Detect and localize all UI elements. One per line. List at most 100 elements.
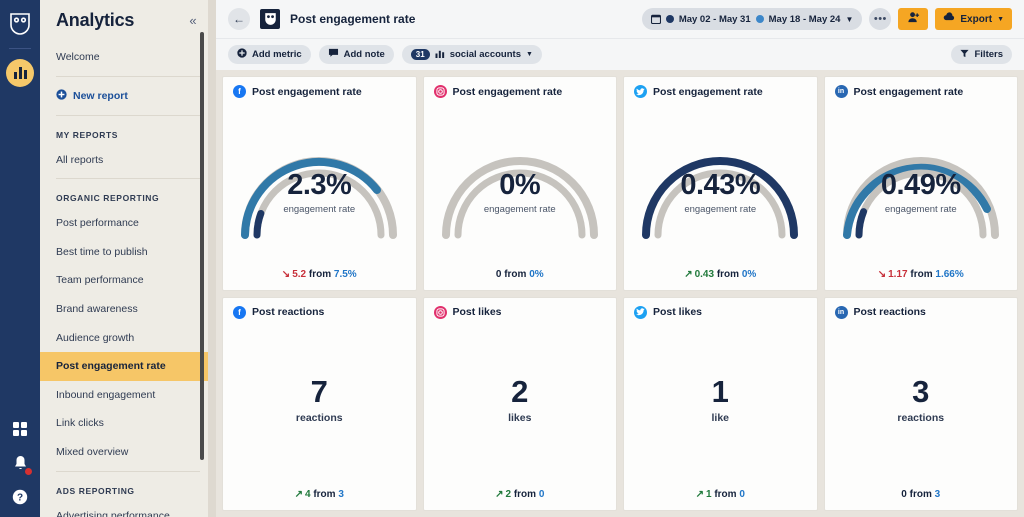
gauge-center: 2.3% engagement rate: [235, 171, 403, 216]
export-label: Export: [960, 13, 993, 25]
export-button[interactable]: Export ▼: [935, 8, 1012, 30]
sidebar-divider: [56, 178, 200, 180]
gauge-instagram: 0% engagement rate: [436, 127, 604, 240]
delta-arrow-up-icon: ↗: [695, 489, 704, 500]
delta-arrow-down-icon: ↘: [281, 268, 291, 280]
sidebar-scrollbar[interactable]: [200, 32, 204, 460]
owl-logo-icon[interactable]: [9, 12, 31, 36]
gauge-card-linkedin[interactable]: in Post engagement rate 0.49% engagement…: [823, 76, 1018, 291]
sidebar-item-team-performance[interactable]: Team performance: [40, 266, 216, 295]
collapse-chevrons-icon[interactable]: «: [184, 12, 202, 30]
delta-previous-value: 7.5%: [333, 268, 357, 280]
gauge-unit-label: engagement rate: [283, 204, 356, 216]
more-options-button[interactable]: •••: [869, 8, 892, 30]
sidebar-item-all-reports[interactable]: All reports: [40, 146, 216, 175]
add-metric-button[interactable]: Add metric: [228, 45, 311, 64]
page-title: Post engagement rate: [290, 12, 416, 26]
social-accounts-selector[interactable]: 31 social accounts ▼: [401, 45, 542, 64]
filters-button[interactable]: Filters: [951, 45, 1012, 64]
share-button[interactable]: [898, 8, 929, 30]
metric-value-area: 1 like: [634, 319, 807, 488]
sidebar-item-new-report[interactable]: New report: [40, 81, 216, 111]
card-header: Post likes: [433, 305, 607, 319]
back-arrow-icon[interactable]: ←: [228, 8, 250, 30]
note-comment-icon: [328, 48, 339, 61]
delta-indicator: ↗ 1 from 0: [634, 487, 807, 502]
add-metric-label: Add metric: [252, 49, 302, 60]
metric-unit-label: likes: [508, 411, 532, 424]
sidebar-section-heading: MY REPORTS: [56, 129, 119, 140]
gauge-value: 0%: [499, 169, 541, 202]
sidebar-item-post-performance[interactable]: Post performance: [40, 209, 216, 238]
card-title: Post engagement rate: [452, 85, 563, 98]
date-range-picker[interactable]: May 02 - May 31 May 18 - May 24 ▼: [641, 8, 863, 30]
delta-indicator: ↘ 1.17 from 1.66%: [835, 267, 1008, 282]
add-note-button[interactable]: Add note: [318, 45, 394, 64]
delta-arrow-up-icon: ↗: [495, 489, 504, 500]
gauge-center: 0.49% engagement rate: [837, 169, 1005, 216]
gauge-value: 0.49%: [880, 169, 961, 202]
delta-previous-value: 3: [338, 489, 344, 500]
metrics-toolbar: Add metric Add note 31 social accounts ▼…: [216, 38, 1024, 70]
chevron-down-icon: ▼: [525, 51, 533, 58]
gauge-unit-label: engagement rate: [684, 204, 757, 216]
delta-arrow-up-icon: ↗: [684, 268, 693, 280]
metric-value: 1: [711, 373, 729, 409]
gauge-twitter: 0.43% engagement rate: [636, 127, 804, 240]
social-accounts-count: 31: [410, 49, 430, 60]
delta-indicator: ↘ 5.2 from 7.5%: [233, 267, 406, 282]
instagram-icon: [433, 305, 447, 319]
delta-indicator: 0 from 0%: [434, 267, 607, 282]
sidebar-item-welcome[interactable]: Welcome: [40, 43, 216, 72]
gauge-center: 0% engagement rate: [436, 169, 604, 216]
sidebar-item-link-clicks[interactable]: Link clicks: [40, 409, 216, 438]
sidebar-item-best-time-to-publish[interactable]: Best time to publish: [40, 238, 216, 267]
sidebar-item-inbound-engagement[interactable]: Inbound engagement: [40, 381, 216, 410]
help-question-icon[interactable]: ?: [8, 485, 32, 509]
metric-card-twitter-likes[interactable]: Post likes 1 like ↗ 1 from 0: [623, 296, 818, 511]
card-header: Post likes: [634, 305, 807, 319]
notification-badge-dot: [24, 467, 33, 476]
card-title: Post engagement rate: [252, 85, 362, 98]
metric-card-linkedin-reactions[interactable]: in Post reactions 3 reactions 0 from 3: [823, 296, 1018, 511]
delta-indicator: 0 from 3: [835, 487, 1008, 502]
metric-value-area: 7 reactions: [233, 319, 406, 488]
delta-arrow-up-icon: ↗: [294, 489, 303, 500]
sidebar-item-advertising-performance[interactable]: Advertising performance: [40, 502, 216, 517]
analytics-sidebar: Analytics « Welcome New report MY REPORT…: [40, 0, 216, 517]
gauge-area: 2.3% engagement rate: [233, 100, 406, 267]
gauge-card-twitter[interactable]: Post engagement rate 0.43% engagement ra…: [623, 76, 818, 291]
analytics-icon[interactable]: [6, 59, 34, 87]
card-header: in Post engagement rate: [834, 85, 1008, 98]
rail-divider: [9, 48, 31, 49]
sidebar-title: Analytics: [56, 10, 135, 30]
metric-unit-label: like: [711, 411, 729, 424]
apps-grid-icon[interactable]: [8, 417, 32, 441]
card-title: Post likes: [452, 306, 502, 318]
delta-previous-value: 0: [739, 489, 745, 500]
sidebar-item-mixed-overview[interactable]: Mixed overview: [40, 438, 216, 467]
chevron-down-icon: ▼: [997, 15, 1004, 23]
sidebar-item-brand-awareness[interactable]: Brand awareness: [40, 295, 216, 324]
card-title: Post reactions: [853, 306, 926, 318]
sidebar-header: Analytics «: [40, 0, 216, 43]
add-note-label: Add note: [343, 49, 385, 60]
notifications-bell-icon[interactable]: [8, 451, 33, 476]
sidebar-item-audience-growth[interactable]: Audience growth: [40, 324, 216, 353]
filters-label: Filters: [974, 49, 1003, 60]
chevron-down-icon: ▼: [845, 14, 854, 24]
gauge-card-facebook[interactable]: f Post engagement rate 2.3% engagement r…: [222, 76, 417, 291]
metric-card-instagram-likes[interactable]: Post likes 2 likes ↗ 2 from 0: [422, 296, 617, 511]
svg-text:?: ?: [17, 493, 23, 504]
metric-card-facebook-reactions[interactable]: f Post reactions 7 reactions ↗ 4 from 3: [222, 296, 417, 511]
linkedin-icon: in: [834, 305, 848, 319]
calendar-icon: [650, 14, 661, 25]
delta-from-word: from: [909, 489, 932, 500]
delta-from-word: from: [716, 268, 740, 280]
sidebar-item-post-engagement-rate[interactable]: Post engagement rate: [40, 352, 216, 381]
rail-bottom-group: ?: [0, 417, 40, 509]
metric-value: 2: [511, 373, 529, 409]
gauge-card-instagram[interactable]: Post engagement rate 0% engagement rate: [422, 76, 617, 291]
facebook-icon: f: [233, 305, 246, 319]
card-header: Post engagement rate: [433, 85, 607, 98]
